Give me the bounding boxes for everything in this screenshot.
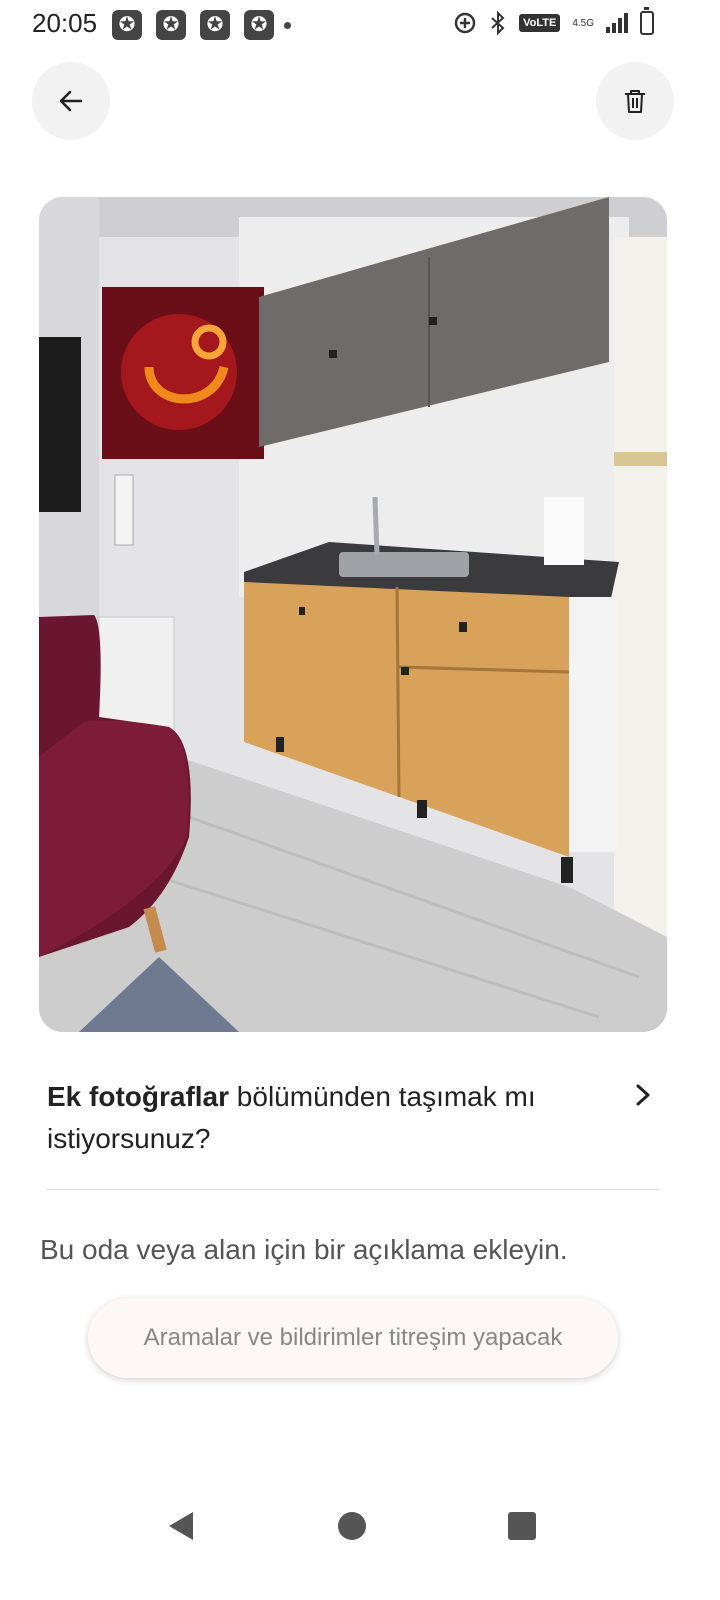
battery-icon bbox=[640, 7, 654, 35]
nav-back-button[interactable] bbox=[160, 1504, 204, 1548]
volte-badge: VoLTE bbox=[519, 14, 561, 32]
network-type: 4.5G bbox=[572, 17, 594, 29]
trash-icon bbox=[625, 90, 645, 113]
room-photo[interactable] bbox=[39, 197, 667, 1032]
star-badge-icon: ✪ bbox=[200, 10, 230, 40]
arrow-left-icon bbox=[59, 90, 83, 112]
status-bar: 20:05 ✪ ✪ ✪ ✪ VoLTE 4.5G bbox=[0, 0, 720, 50]
chevron-right-icon bbox=[636, 1084, 650, 1106]
more-notifications-dot bbox=[284, 21, 291, 29]
move-prompt-bold: Ek fotoğraflar bbox=[47, 1081, 230, 1112]
vibration-toast: Aramalar ve bildirimler titreşim yapacak bbox=[88, 1298, 618, 1378]
star-badge-icon: ✪ bbox=[156, 10, 186, 40]
divider bbox=[47, 1189, 659, 1190]
system-icons: VoLTE 4.5G bbox=[453, 7, 654, 36]
notification-icons: ✪ ✪ ✪ ✪ bbox=[112, 10, 291, 40]
navigation-bar bbox=[0, 1480, 720, 1560]
square-recents-icon bbox=[508, 1512, 536, 1540]
move-to-additional-photos-row[interactable]: Ek fotoğraflar bölümünden taşımak mı ist… bbox=[47, 1076, 661, 1176]
triangle-back-icon bbox=[169, 1512, 193, 1540]
back-button[interactable] bbox=[32, 62, 110, 140]
signal-icon bbox=[606, 13, 628, 33]
bluetooth-icon bbox=[489, 10, 507, 36]
move-prompt-text: Ek fotoğraflar bölümünden taşımak mı ist… bbox=[47, 1076, 587, 1160]
nav-recents-button[interactable] bbox=[500, 1504, 544, 1548]
description-input[interactable]: Bu oda veya alan için bir açıklama ekley… bbox=[40, 1234, 568, 1266]
nav-home-button[interactable] bbox=[330, 1504, 374, 1548]
circle-home-icon bbox=[338, 1512, 366, 1540]
status-time: 20:05 bbox=[32, 8, 98, 38]
data-saver-icon bbox=[453, 10, 477, 36]
star-badge-icon: ✪ bbox=[244, 10, 274, 40]
delete-button[interactable] bbox=[596, 62, 674, 140]
star-badge-icon: ✪ bbox=[112, 10, 142, 40]
